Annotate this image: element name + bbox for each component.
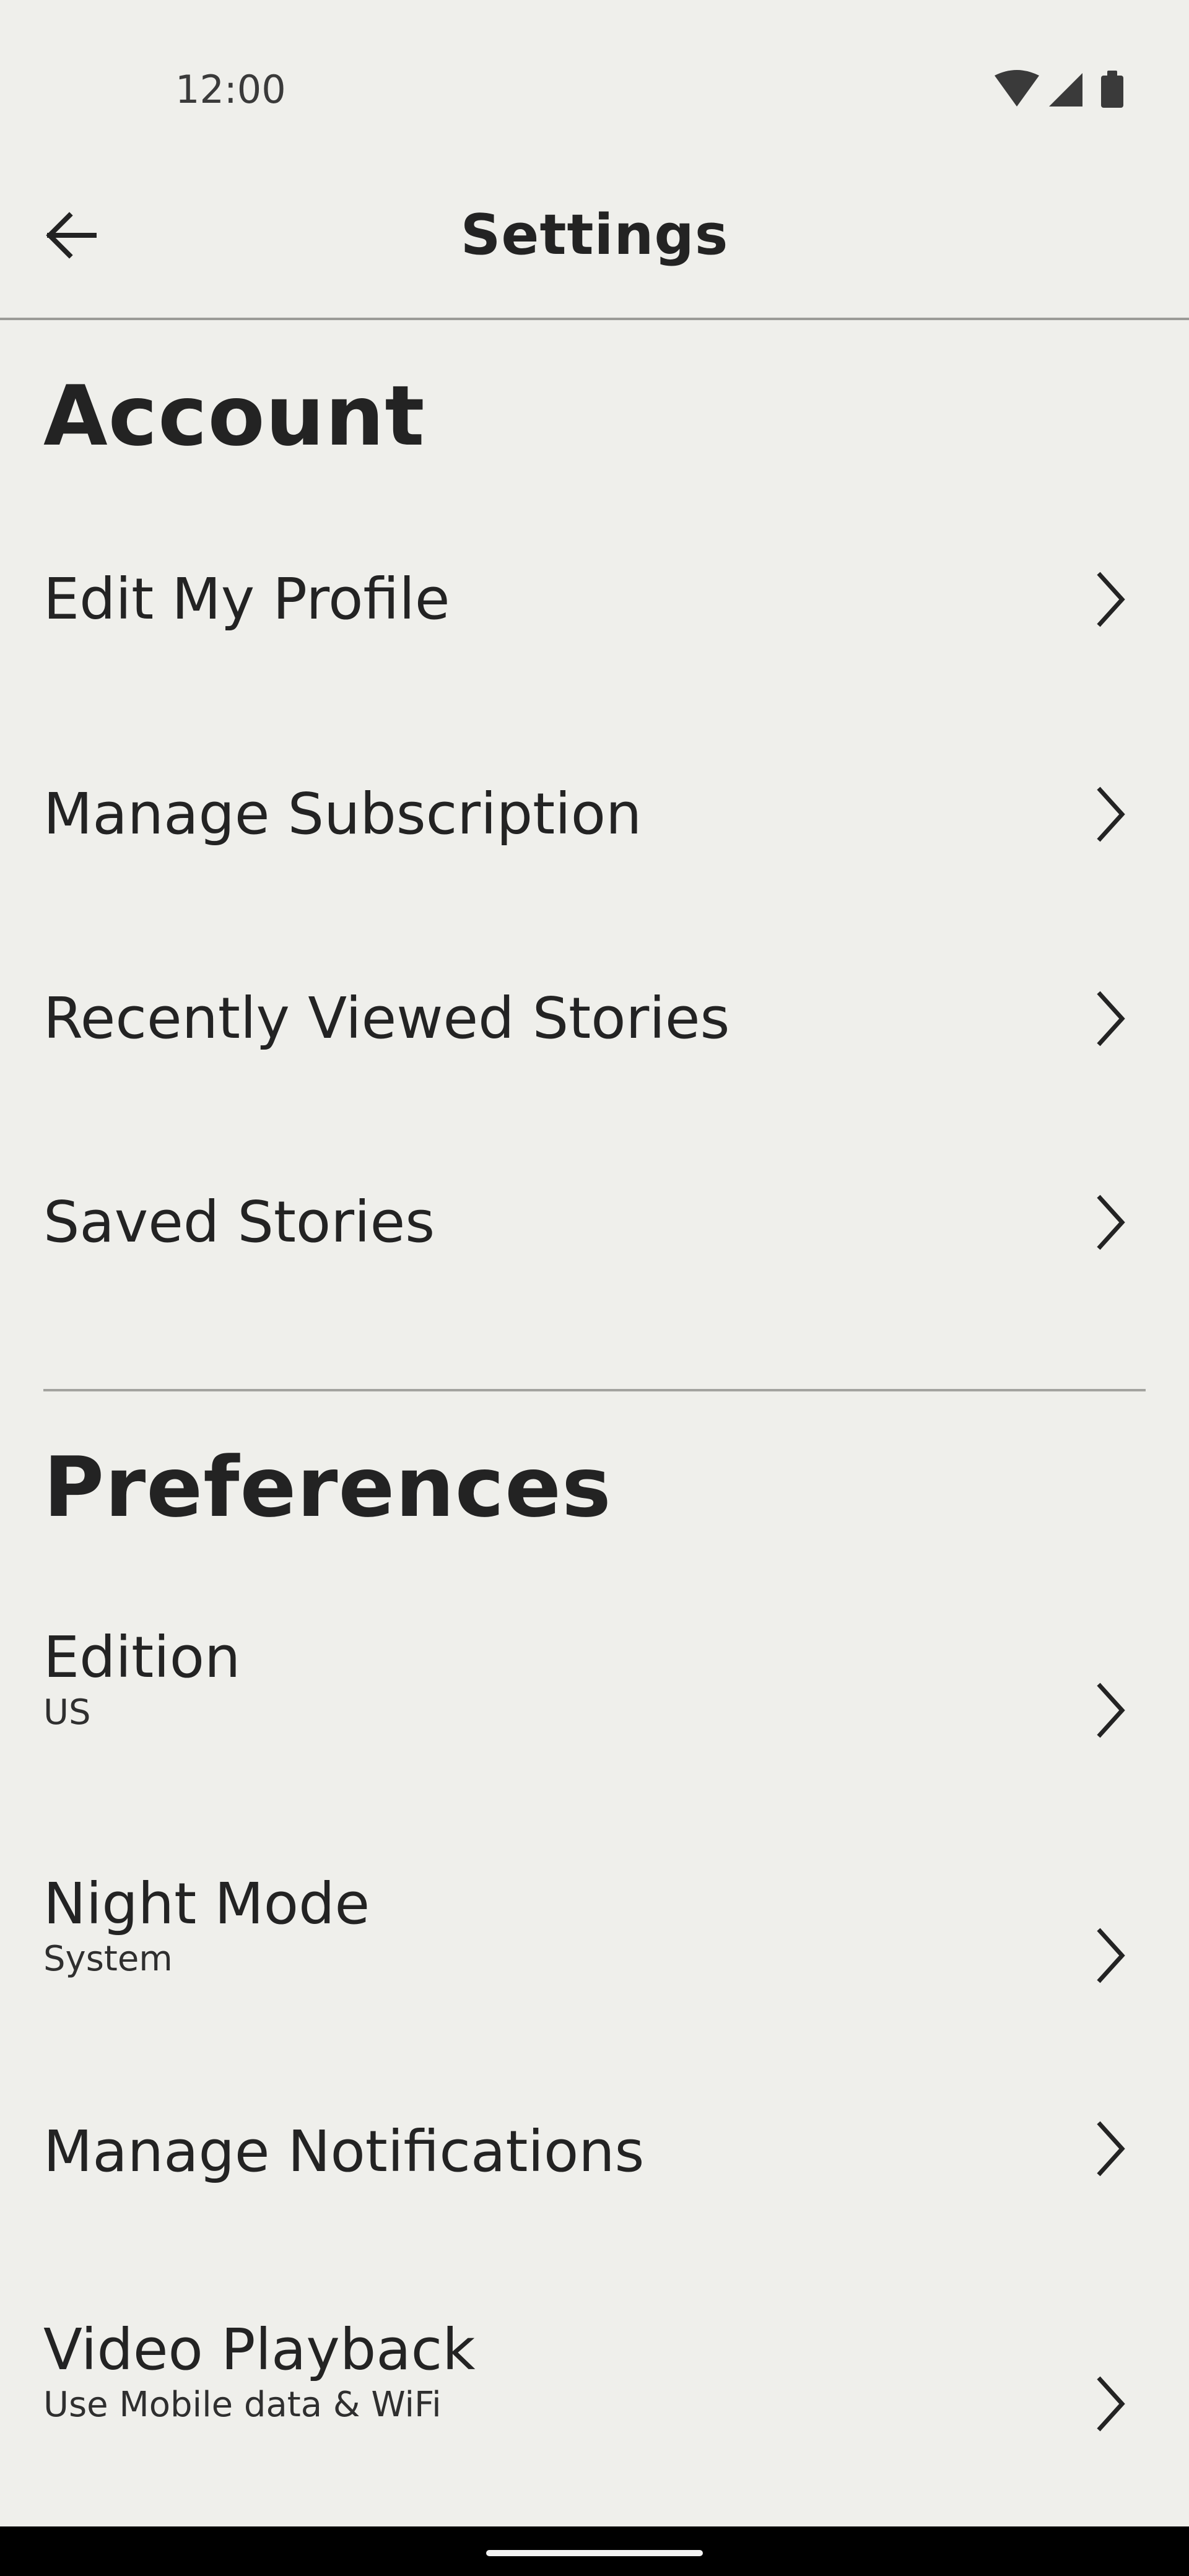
- chevron-right-icon: [1097, 1928, 1125, 1983]
- section-divider: [43, 1389, 1146, 1391]
- settings-item-edition[interactable]: Edition US: [0, 1599, 1189, 1760]
- settings-item-label: Edit My Profile: [43, 566, 450, 632]
- chevron-right-icon: [1097, 572, 1125, 627]
- section-title-preferences: Preferences: [43, 1439, 612, 1536]
- chevron-right-icon: [1097, 786, 1125, 842]
- settings-item-video-playback[interactable]: Video Playback Use Mobile data & WiFi: [0, 2295, 1189, 2456]
- home-indicator[interactable]: [486, 2550, 703, 2556]
- settings-item-value: Use Mobile data & WiFi: [43, 2385, 442, 2425]
- settings-item-label: Recently Viewed Stories: [43, 985, 730, 1051]
- chevron-right-icon: [1097, 1682, 1125, 1738]
- settings-item-saved-stories[interactable]: Saved Stories: [0, 1142, 1189, 1303]
- settings-item-label: Manage Notifications: [43, 2118, 645, 2185]
- system-nav-bar: [0, 2526, 1189, 2576]
- wifi-icon: [995, 70, 1039, 107]
- battery-icon: [1101, 71, 1123, 108]
- settings-item-edit-my-profile[interactable]: Edit My Profile: [0, 519, 1189, 680]
- settings-item-value: US: [43, 1692, 91, 1733]
- settings-item-value: System: [43, 1939, 173, 1979]
- section-title-account: Account: [43, 368, 425, 464]
- chevron-right-icon: [1097, 991, 1125, 1046]
- settings-item-manage-notifications[interactable]: Manage Notifications: [0, 2068, 1189, 2229]
- chevron-right-icon: [1097, 1194, 1125, 1250]
- settings-item-label: Video Playback: [43, 2317, 476, 2383]
- app-bar-divider: [0, 318, 1189, 320]
- cellular-signal-icon: [1049, 73, 1082, 107]
- settings-item-label: Saved Stories: [43, 1189, 435, 1255]
- settings-item-night-mode[interactable]: Night Mode System: [0, 1844, 1189, 2005]
- page-title: Settings: [460, 202, 729, 268]
- app-bar: Settings: [0, 161, 1189, 319]
- status-bar: 12:00: [0, 0, 1189, 161]
- settings-item-label: Edition: [43, 1624, 241, 1690]
- chevron-right-icon: [1097, 2121, 1125, 2177]
- status-time: 12:00: [175, 67, 286, 112]
- settings-item-recently-viewed-stories[interactable]: Recently Viewed Stories: [0, 938, 1189, 1099]
- settings-item-label: Night Mode: [43, 1871, 370, 1937]
- chevron-right-icon: [1097, 2376, 1125, 2432]
- settings-item-manage-subscription[interactable]: Manage Subscription: [0, 734, 1189, 895]
- arrow-left-icon: [46, 212, 97, 259]
- settings-item-label: Manage Subscription: [43, 781, 642, 847]
- back-button[interactable]: [37, 201, 105, 269]
- status-icons: [992, 68, 1135, 111]
